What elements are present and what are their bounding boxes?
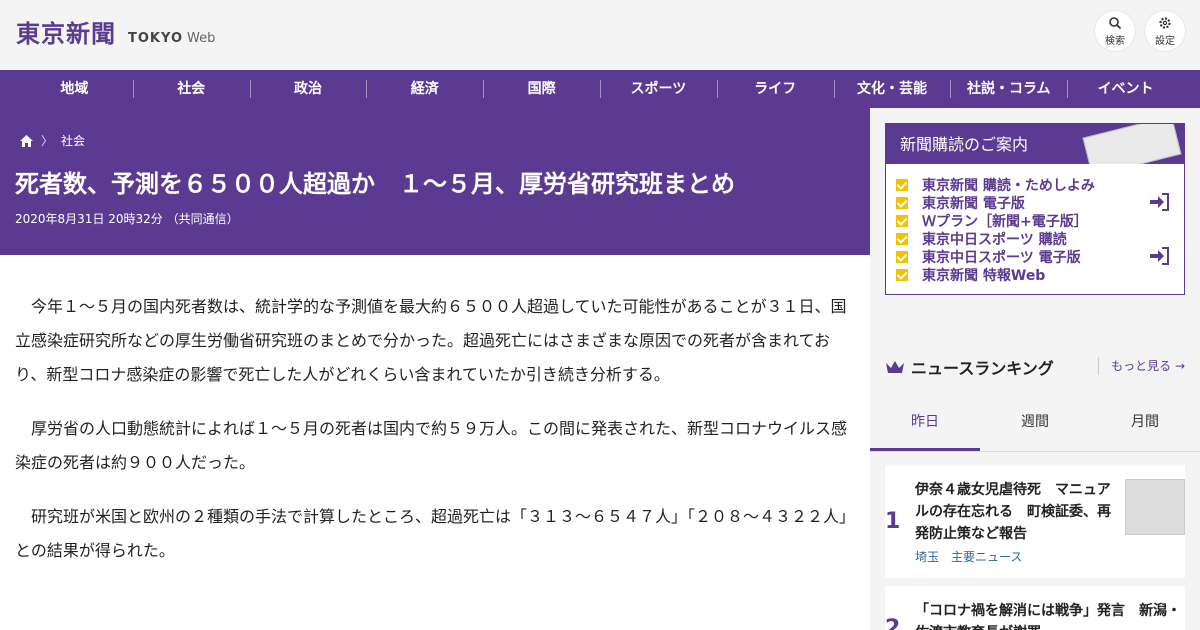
tab-weekly[interactable]: 週間 bbox=[980, 395, 1090, 451]
breadcrumb: 〉 社会 bbox=[20, 132, 85, 149]
subscription-item-label: 東京新聞 購読・ためしよみ bbox=[922, 178, 1095, 194]
article-paragraph: 厚労省の人口動態統計によれば１～５月の死者は国内で約５９万人。この間に発表された… bbox=[15, 419, 848, 472]
nav-item-economy[interactable]: 経済 bbox=[366, 70, 483, 108]
check-icon bbox=[896, 233, 908, 245]
subscription-item-label: 東京中日スポーツ 購読 bbox=[922, 232, 1067, 248]
nav-item-international[interactable]: 国際 bbox=[483, 70, 600, 108]
arrow-right-icon: → bbox=[1174, 359, 1185, 373]
rank-headline: 「コロナ禍を解消には戦争」発言 新潟・佐渡市教育長が謝罪 bbox=[915, 603, 1181, 630]
rank-headline: 伊奈４歳女児虐待死 マニュアルの存在忘れる 町検証委、再発防止策など報告 bbox=[915, 482, 1111, 542]
article-paragraph: 今年１～５月の国内死者数は、統計学的な予測値を最大約６５００人超過していた可能性… bbox=[15, 297, 847, 384]
article-meta: 2020年8月31日 20時32分 （共同通信） bbox=[15, 212, 239, 226]
login-icon[interactable] bbox=[1150, 247, 1170, 265]
nav-item-region[interactable]: 地域 bbox=[16, 70, 133, 108]
check-icon bbox=[896, 179, 908, 191]
subscription-item[interactable]: 東京新聞 特報Web bbox=[896, 266, 1184, 284]
nav-item-society[interactable]: 社会 bbox=[132, 70, 250, 108]
rank-tags: 埼玉 主要ニュース bbox=[915, 548, 1022, 565]
check-icon bbox=[896, 269, 908, 281]
newspaper-image bbox=[1082, 124, 1182, 164]
subscription-header: 新聞購読のご案内 bbox=[886, 124, 1184, 164]
subscription-item-label: Ｗプラン［新聞+電子版］ bbox=[922, 214, 1088, 230]
article-header: 〉 社会 死者数、予測を６５００人超過か １～５月、厚労省研究班まとめ 2020… bbox=[0, 108, 870, 255]
ranking-title: ニュースランキング bbox=[911, 359, 1054, 378]
ranking-item[interactable]: 1 伊奈４歳女児虐待死 マニュアルの存在忘れる 町検証委、再発防止策など報告 埼… bbox=[885, 465, 1185, 578]
subscription-box: 新聞購読のご案内 東京新聞 購読・ためしよみ 東京新聞 電子版 Ｗプラン［新聞+… bbox=[885, 123, 1185, 295]
more-link[interactable]: もっと見る → bbox=[1098, 357, 1185, 375]
check-icon bbox=[896, 215, 908, 227]
subscription-item[interactable]: 東京新聞 購読・ためしよみ bbox=[896, 176, 1184, 194]
home-icon[interactable] bbox=[20, 134, 33, 147]
article-body: 今年１～５月の国内死者数は、統計学的な予測値を最大約６５００人超過していた可能性… bbox=[15, 290, 855, 588]
tab-monthly[interactable]: 月間 bbox=[1090, 395, 1200, 451]
logo-en: TOKYO bbox=[128, 31, 183, 46]
subscription-item[interactable]: 東京新聞 電子版 bbox=[896, 194, 1184, 212]
article-title: 死者数、予測を６５００人超過か １～５月、厚労省研究班まとめ bbox=[15, 170, 735, 198]
subscription-item-label: 東京新聞 電子版 bbox=[922, 196, 1025, 212]
ranking-tabs: 昨日 週間 月間 bbox=[870, 395, 1200, 452]
login-icon[interactable] bbox=[1150, 193, 1170, 211]
rank-number: 1 bbox=[885, 509, 901, 534]
subscription-list: 東京新聞 購読・ためしよみ 東京新聞 電子版 Ｗプラン［新聞+電子版］ 東京中日… bbox=[886, 164, 1184, 284]
nav-item-politics[interactable]: 政治 bbox=[249, 70, 367, 108]
search-label: 検索 bbox=[1105, 36, 1125, 47]
crown-icon bbox=[886, 361, 904, 373]
subscription-title: 新聞購読のご案内 bbox=[900, 135, 1029, 154]
rank-number: 2 bbox=[885, 616, 901, 630]
search-button[interactable]: 検索 bbox=[1095, 11, 1135, 51]
ranking-item[interactable]: 2 「コロナ禍を解消には戦争」発言 新潟・佐渡市教育長が謝罪 bbox=[885, 586, 1185, 630]
breadcrumb-separator: 〉 bbox=[41, 134, 54, 148]
subscription-item[interactable]: Ｗプラン［新聞+電子版］ bbox=[896, 212, 1184, 230]
search-icon bbox=[1109, 17, 1122, 30]
more-link-label: もっと見る bbox=[1111, 359, 1172, 373]
subscription-item-label: 東京新聞 特報Web bbox=[922, 268, 1046, 284]
nav-item-editorial[interactable]: 社説・コラム bbox=[950, 70, 1067, 108]
ranking-header: ニュースランキング もっと見る → bbox=[885, 355, 1185, 379]
nav-item-culture[interactable]: 文化・芸能 bbox=[833, 70, 951, 108]
main-nav: 地域 社会 政治 経済 国際 スポーツ ライフ 文化・芸能 社説・コラム イベン… bbox=[0, 70, 1200, 108]
subscription-item[interactable]: 東京中日スポーツ 購読 bbox=[896, 230, 1184, 248]
rank-thumbnail[interactable] bbox=[1125, 479, 1185, 535]
logo-web: Web bbox=[187, 31, 216, 46]
settings-button[interactable]: 設定 bbox=[1145, 11, 1185, 51]
rank-tag[interactable]: 主要ニュース bbox=[951, 550, 1022, 564]
subscription-item[interactable]: 東京中日スポーツ 電子版 bbox=[896, 248, 1184, 266]
site-header: 東京新聞 TOKYO Web 検索 設定 bbox=[0, 0, 1200, 70]
settings-label: 設定 bbox=[1155, 36, 1175, 47]
check-icon bbox=[896, 251, 908, 263]
article-paragraph: 研究班が米国と欧州の２種類の手法で計算したところ、超過死亡は「３１３～６５４７人… bbox=[15, 507, 856, 560]
sidebar: 新聞購読のご案内 東京新聞 購読・ためしよみ 東京新聞 電子版 Ｗプラン［新聞+… bbox=[870, 108, 1200, 630]
tab-yesterday[interactable]: 昨日 bbox=[870, 395, 980, 451]
nav-item-life[interactable]: ライフ bbox=[716, 70, 834, 108]
check-icon bbox=[896, 197, 908, 209]
breadcrumb-category[interactable]: 社会 bbox=[61, 132, 85, 149]
site-logo[interactable]: 東京新聞 TOKYO Web bbox=[16, 14, 215, 49]
subscription-item-label: 東京中日スポーツ 電子版 bbox=[922, 250, 1081, 266]
nav-item-sports[interactable]: スポーツ bbox=[599, 70, 717, 108]
rank-tag[interactable]: 埼玉 bbox=[915, 550, 939, 564]
nav-item-event[interactable]: イベント bbox=[1067, 70, 1184, 108]
gear-icon bbox=[1159, 17, 1171, 29]
logo-jp: 東京新聞 bbox=[16, 19, 116, 48]
